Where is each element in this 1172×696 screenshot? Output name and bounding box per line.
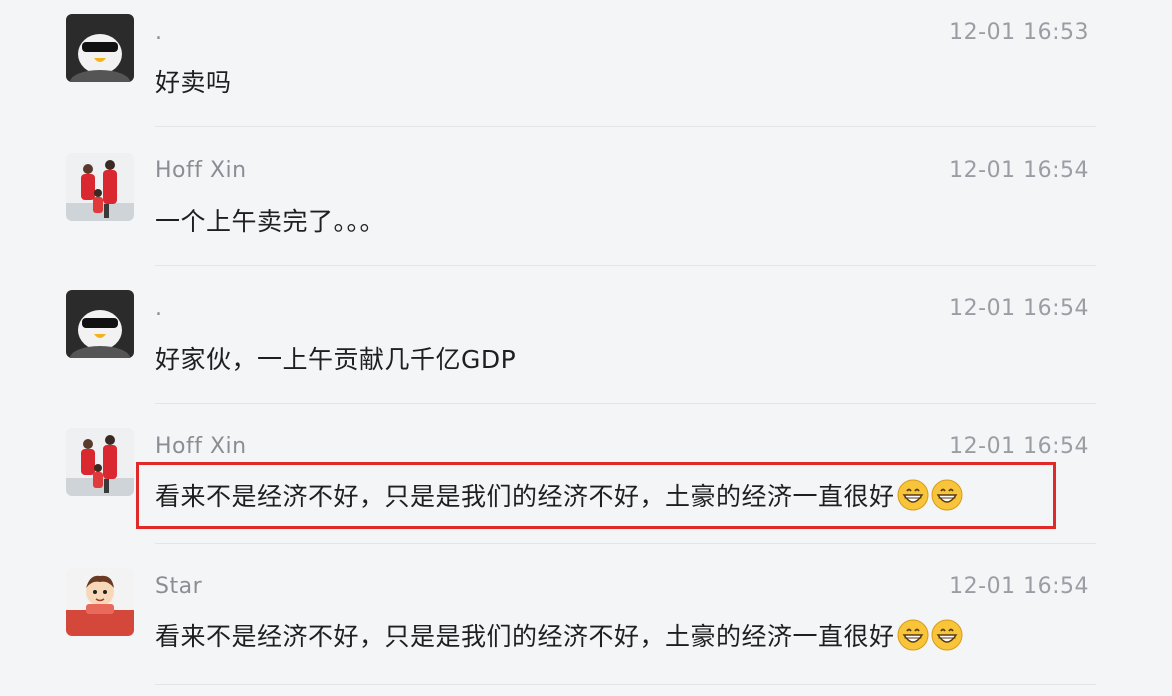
message-timestamp: 12-01 16:53 [949, 20, 1089, 45]
family-photo-icon[interactable] [66, 153, 134, 221]
sender-name: Hoff Xin [155, 434, 247, 459]
message-timestamp: 12-01 16:54 [949, 158, 1089, 183]
message-text: 好卖吗 [155, 68, 232, 97]
family-photo-icon[interactable] [66, 428, 134, 496]
grinning-face-icon [931, 619, 963, 651]
message-divider [155, 126, 1096, 127]
message-timestamp: 12-01 16:54 [949, 574, 1089, 599]
grinning-face-icon [897, 619, 929, 651]
message-divider [155, 403, 1096, 404]
message-text: 一个上午卖完了。。。 [155, 207, 386, 236]
sender-name: Hoff Xin [155, 158, 247, 183]
sender-name: . [155, 296, 163, 321]
sender-name: . [155, 20, 163, 45]
penguin-sunglasses-icon[interactable] [66, 14, 134, 82]
sender-name: Star [155, 574, 203, 599]
message-text: 好家伙，一上午贡献几千亿GDP [155, 345, 517, 374]
penguin-sunglasses-icon[interactable] [66, 290, 134, 358]
chat-message-list: . 12-01 16:53 好卖吗 Hoff Xin 12-01 16:54 一… [0, 0, 1172, 696]
message-timestamp: 12-01 16:54 [949, 434, 1089, 459]
message-divider [155, 543, 1096, 544]
message-text: 看来不是经济不好，只是是我们的经济不好，土豪的经济一直很好 [155, 622, 895, 651]
message-divider [155, 265, 1096, 266]
message-divider [155, 684, 1096, 685]
message-timestamp: 12-01 16:54 [949, 296, 1089, 321]
highlight-box [136, 462, 1056, 529]
message-text-row: 看来不是经济不好，只是是我们的经济不好，土豪的经济一直很好 [155, 617, 963, 653]
cartoon-boy-icon[interactable] [66, 568, 134, 636]
